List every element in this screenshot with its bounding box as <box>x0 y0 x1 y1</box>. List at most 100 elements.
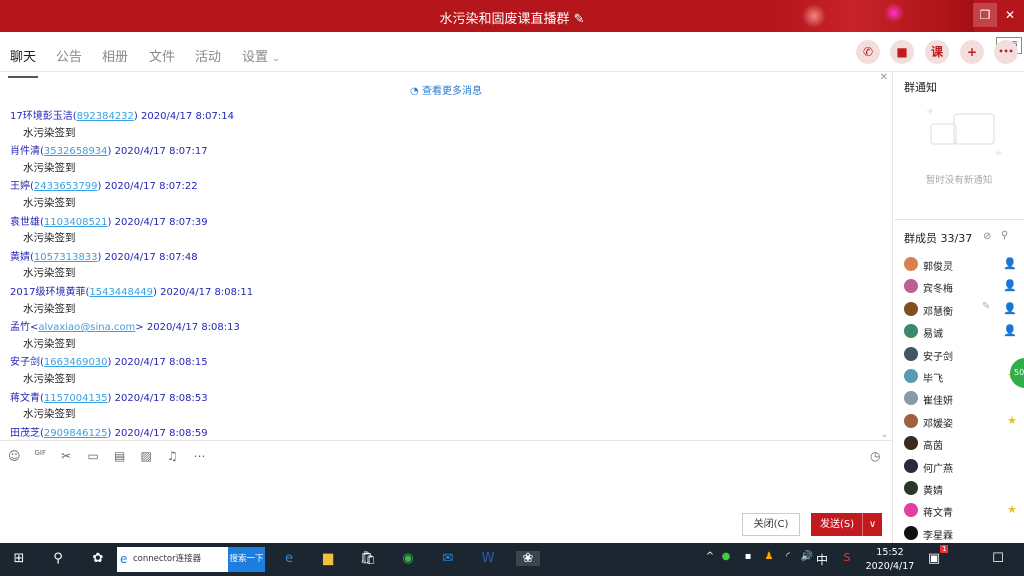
folder-icon[interactable]: ▭ <box>88 449 99 463</box>
member-item[interactable]: 崔佳妍 <box>904 388 1019 408</box>
member-item[interactable]: 宾冬梅 👤 <box>904 276 1019 296</box>
mail-icon[interactable]: ✉ <box>436 551 460 566</box>
message-header: 17环境彭玉洁(892384232) 2020/4/17 8:07:14 <box>10 107 253 125</box>
sender-id-link[interactable]: alvaxiao@sina.com <box>38 322 135 333</box>
qq-chat-icon[interactable]: ❀ <box>516 551 540 566</box>
message-body: 水污染签到 <box>23 267 76 280</box>
store-icon[interactable]: 🛍 <box>356 551 380 566</box>
message-header: 蒋文青(1157004135) 2020/4/17 8:08:53 <box>10 389 253 407</box>
tab-files[interactable]: 文件 <box>149 46 175 65</box>
sender-name[interactable]: 袁世雄 <box>10 217 40 228</box>
pencil-icon[interactable]: ✎ <box>574 12 585 27</box>
send-options-dropdown[interactable]: ∨ <box>862 513 882 536</box>
sender-name[interactable]: 田茂芝 <box>10 428 40 439</box>
more-icon[interactable]: ⋯ <box>194 449 206 463</box>
member-item[interactable]: 黄婧 <box>904 478 1019 498</box>
send-button[interactable]: 发送(S) ∨ <box>811 513 882 536</box>
right-panel: 群通知 + + 暂时没有新通知 群成员 33/37 ⊘ ⚲ 郭俊灵 👤 宾冬梅 👤 邓慧衡… <box>894 72 1024 543</box>
member-settings-icon[interactable]: ⊘ <box>983 231 991 242</box>
sender-name[interactable]: 肖件清 <box>10 146 40 157</box>
emoji-icon[interactable]: ☺ <box>8 449 21 463</box>
load-more-link[interactable]: ◔ 查看更多消息 <box>0 82 892 97</box>
member-item[interactable]: 蒋文青 ★ <box>904 500 1019 520</box>
sender-name[interactable]: 17环境彭玉洁 <box>10 111 73 122</box>
tab-album[interactable]: 相册 <box>102 46 128 65</box>
sender-id-link[interactable]: 1057313833 <box>34 252 98 263</box>
sender-name[interactable]: 王婷 <box>10 181 30 192</box>
message-header: 袁世雄(1103408521) 2020/4/17 8:07:39 <box>10 213 253 231</box>
member-item[interactable]: 易诚 👤 <box>904 321 1019 341</box>
member-name: 宾冬梅 <box>923 284 953 296</box>
image-icon[interactable]: ▨ <box>141 449 152 463</box>
more-icon[interactable]: ••• <box>994 40 1018 64</box>
sender-name[interactable]: 2017级环境黄菲 <box>10 287 85 298</box>
close-icon[interactable]: ✕ <box>998 3 1022 27</box>
video-call-icon[interactable]: ■ <box>890 40 914 64</box>
message-body: 水污染签到 <box>23 126 76 139</box>
member-item[interactable]: 邓慧衡 👤 <box>904 299 1019 319</box>
search-icon[interactable]: ⚲ <box>1001 230 1008 241</box>
doc-icon[interactable]: ▤ <box>114 449 125 463</box>
avatar <box>904 436 918 451</box>
clock-icon[interactable]: ◷ <box>870 449 880 463</box>
gif-icon[interactable]: GIF <box>35 449 47 457</box>
tab-announcement[interactable]: 公告 <box>56 46 82 65</box>
edge-browser-icon[interactable]: e <box>277 551 301 566</box>
taskbar-search-input[interactable]: e connector连接器 <box>117 547 228 572</box>
restore-icon[interactable]: ❐ <box>973 3 997 27</box>
sender-id-link[interactable]: 1663469030 <box>44 357 108 368</box>
member-item[interactable]: 邓媛姿 ★ <box>904 411 1019 431</box>
admin-badge-icon: 👤 <box>1003 279 1017 293</box>
add-app-icon[interactable]: + <box>960 40 984 64</box>
action-center-icon[interactable]: ☐ <box>986 551 1010 566</box>
member-item[interactable]: 李星霖 <box>904 523 1019 543</box>
sender-name[interactable]: 蒋文青 <box>10 393 40 404</box>
avatar <box>904 346 918 361</box>
sender-id-link[interactable]: 1103408521 <box>44 217 108 228</box>
word-icon[interactable]: W <box>476 551 500 566</box>
pencil-icon[interactable]: ✎ <box>982 301 990 312</box>
tray-icon[interactable]: ● <box>714 551 738 562</box>
sender-name[interactable]: 安子剑 <box>10 357 40 368</box>
empty-notice-icon: ++ <box>926 106 1002 159</box>
sender-id-link[interactable]: 2909846125 <box>44 428 108 439</box>
tab-chat[interactable]: 聊天 <box>7 46 39 78</box>
member-item[interactable]: 毕飞★ <box>904 366 1019 386</box>
member-item[interactable]: 郭俊灵 👤 <box>904 254 1019 274</box>
sogou-icon[interactable]: S <box>835 551 859 564</box>
message-header: 黄婧(1057313833) 2020/4/17 8:07:48 <box>10 248 253 266</box>
message-input-area[interactable]: ☺ GIF ✂ ▭ ▤ ▨ ♫ ⋯ ◷ 关闭(C) 发送(S) ∨ <box>0 440 893 543</box>
search-icon[interactable]: ⚲ <box>46 551 70 566</box>
sender-name[interactable]: 孟竹 <box>10 322 30 333</box>
search-button[interactable]: 搜索一下 <box>228 547 265 572</box>
notification-icon[interactable]: ▣ <box>922 551 946 566</box>
sender-id-link[interactable]: 1157004135 <box>44 393 108 404</box>
scroll-down-icon[interactable]: ⌄ <box>880 430 888 440</box>
member-item[interactable]: 何广燕 <box>904 456 1019 476</box>
tab-settings[interactable]: 设置 ⌄ <box>242 46 280 65</box>
close-button[interactable]: 关闭(C) <box>742 513 800 536</box>
sender-id-link[interactable]: 2433653799 <box>34 181 98 192</box>
message-time: 2020/4/17 8:08:59 <box>114 427 208 439</box>
member-name: 高茵 <box>923 441 943 453</box>
clock[interactable]: 15:52 2020/4/17 <box>862 546 918 574</box>
tab-activity[interactable]: 活动 <box>195 46 221 65</box>
phone-icon[interactable]: ✆ <box>856 40 880 64</box>
collapse-icon[interactable]: ✕ <box>880 72 888 83</box>
member-item[interactable]: 安子剑 <box>904 344 1019 364</box>
app-icon[interactable]: ✿ <box>86 551 110 566</box>
sender-id-link[interactable]: 3532658934 <box>44 146 108 157</box>
class-icon[interactable]: 课 <box>925 40 949 64</box>
sender-id-link[interactable]: 892384232 <box>77 111 134 122</box>
windows-start-icon[interactable]: ⊞ <box>7 551 31 566</box>
message-time: 2020/4/17 8:08:15 <box>114 357 208 369</box>
green-app-icon[interactable]: ◉ <box>396 551 420 566</box>
bell-icon[interactable]: ♫ <box>167 449 178 463</box>
sender-name[interactable]: 黄婧 <box>10 252 30 263</box>
chat-history[interactable]: ◔ 查看更多消息 ✕ 17环境彭玉洁(892384232) 2020/4/17 … <box>0 72 893 440</box>
ime-indicator[interactable]: 中 <box>810 551 834 568</box>
sender-id-link[interactable]: 1543448449 <box>89 287 153 298</box>
scissors-icon[interactable]: ✂ <box>61 449 71 463</box>
member-item[interactable]: 高茵 <box>904 433 1019 453</box>
file-explorer-icon[interactable]: ▆ <box>316 551 340 566</box>
